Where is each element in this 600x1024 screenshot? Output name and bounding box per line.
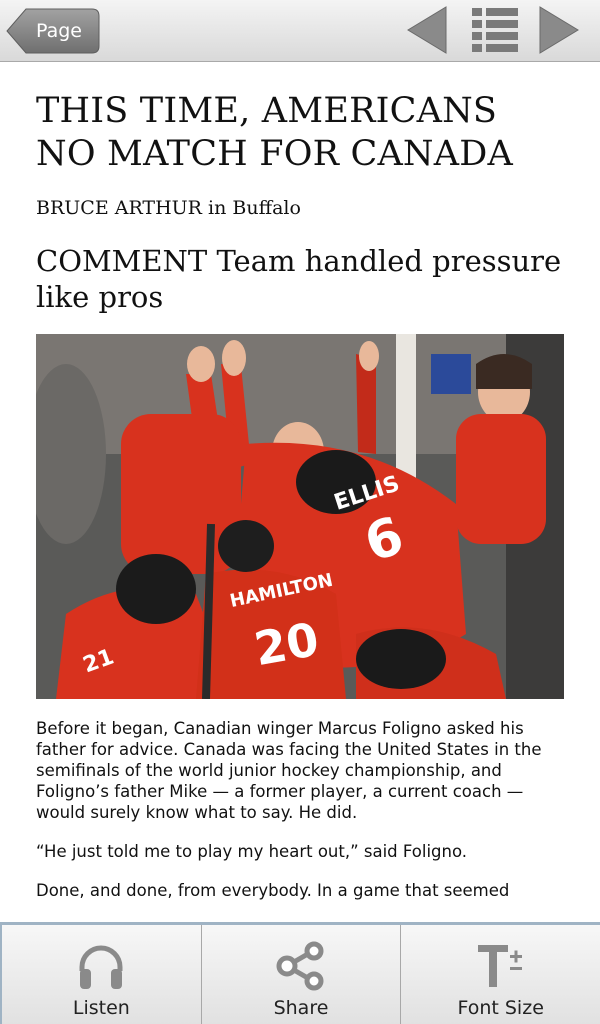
article-paragraph: Done, and done, from everybody. In a gam… <box>36 881 510 900</box>
listen-label: Listen <box>72 997 130 1019</box>
table-of-contents-icon[interactable] <box>468 4 522 56</box>
share-icon <box>276 941 324 991</box>
article-body: Before it began, Canadian winger Marcus … <box>36 718 566 901</box>
article-byline: BRUCE ARTHUR in Buffalo <box>36 197 301 219</box>
article-paragraph: “He just told me to play my heart out,” … <box>36 842 468 861</box>
font-size-label: Font Size <box>457 997 544 1019</box>
headphones-icon <box>79 945 123 989</box>
article-paragraph: Before it began, Canadian winger Marcus … <box>36 719 542 822</box>
hockey-celebration-photo: 6 ELLIS 20 HAMILTON 21 <box>36 334 564 699</box>
article-headline: THIS TIME, AMERICANS NO MATCH FOR CANADA <box>36 91 513 174</box>
article-subhead: COMMENT Team handled pressure like pros <box>36 244 562 314</box>
article: THIS TIME, AMERICANS NO MATCH FOR CANADA… <box>36 62 566 919</box>
next-triangle-icon[interactable] <box>536 4 582 56</box>
jersey-number-20: 20 <box>250 612 322 676</box>
listen-button[interactable]: Listen <box>0 925 202 1024</box>
font-size-icon <box>477 945 522 987</box>
font-size-button[interactable]: Font Size <box>401 925 600 1024</box>
share-button[interactable]: Share <box>202 925 402 1024</box>
page-back-button[interactable]: Page <box>6 8 100 54</box>
previous-triangle-icon[interactable] <box>404 4 450 56</box>
top-toolbar: Page <box>0 0 600 62</box>
share-label: Share <box>273 997 329 1019</box>
back-button-label: Page <box>36 20 82 42</box>
bottom-action-bar: Listen Share Font Size <box>0 922 600 1024</box>
